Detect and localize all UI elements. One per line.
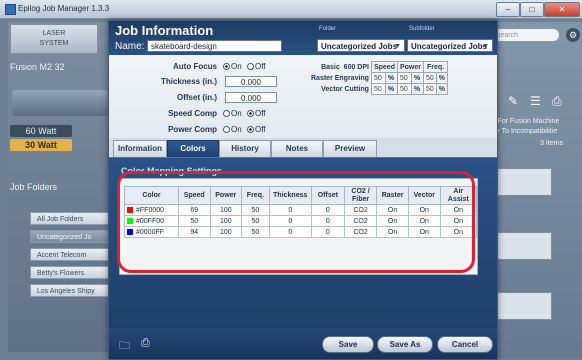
- save-button[interactable]: Save: [322, 336, 374, 353]
- tab-preview[interactable]: Preview: [323, 140, 377, 157]
- vector-power-input[interactable]: 50: [396, 83, 412, 95]
- tab-colors[interactable]: Colors: [167, 140, 219, 157]
- tab-history[interactable]: History: [219, 140, 271, 157]
- subfolder-select[interactable]: Uncategorized Jobs ▼: [407, 39, 493, 52]
- speed-comp-label: Speed Comp: [168, 109, 217, 118]
- speed-comp-on-radio[interactable]: On: [223, 109, 242, 118]
- vector-cutting-label: Vector Cutting: [321, 85, 369, 93]
- chevron-down-icon: ▼: [394, 43, 401, 50]
- raster-engraving-label: Raster Engraving: [311, 74, 369, 82]
- radio-unchecked-icon: [223, 110, 230, 117]
- folder-label: Folder: [319, 26, 337, 32]
- tab-information[interactable]: Information: [113, 140, 167, 157]
- vector-freq-input[interactable]: 50: [423, 83, 437, 95]
- app-icon: [5, 4, 16, 15]
- raster-freq-input[interactable]: 50: [423, 72, 437, 84]
- job-tile[interactable]: [490, 292, 552, 320]
- folder-item[interactable]: Uncategorized Jo: [30, 230, 110, 243]
- save-as-button[interactable]: Save As: [377, 336, 433, 353]
- folder-icon[interactable]: 🗀: [119, 337, 130, 356]
- power-header: Power: [396, 61, 425, 73]
- print-icon[interactable]: ⎙: [552, 94, 562, 109]
- speed-header: Speed: [370, 61, 398, 73]
- job-folders-heading: Job Folders: [10, 182, 58, 192]
- dialog-footer: 🗀 ⎙ Save Save As Cancel: [109, 328, 497, 359]
- minimize-button[interactable]: –: [496, 2, 520, 17]
- folder-select-value: Uncategorized Jobs: [321, 42, 398, 51]
- folder-item[interactable]: Betty's Flowers: [30, 266, 110, 279]
- folder-item[interactable]: Los Angeles Shipy: [30, 284, 110, 297]
- dialog-header: Job Information Name: skateboard-design …: [109, 21, 497, 55]
- speed-comp-off-radio[interactable]: Off: [247, 109, 266, 118]
- folder-item[interactable]: Accent Telecom: [30, 248, 110, 261]
- mode-label: Basic: [321, 63, 340, 71]
- folder-select[interactable]: Uncategorized Jobs ▼: [317, 39, 405, 52]
- right-info-text: s For Fusion Machine: [492, 118, 560, 125]
- raster-speed-input[interactable]: 50: [370, 72, 386, 84]
- thickness-input[interactable]: 0.000: [225, 76, 277, 87]
- power-comp-label: Power Comp: [168, 125, 217, 134]
- subfolder-label: Subfolder: [409, 26, 435, 32]
- folder-item[interactable]: All Job Folders: [30, 212, 110, 225]
- colors-tab-panel: Color Mapping Settings Color Speed Power…: [109, 158, 497, 328]
- job-tile[interactable]: [490, 168, 552, 196]
- tab-notes[interactable]: Notes: [271, 140, 323, 157]
- edit-icon[interactable]: ✎: [508, 94, 518, 108]
- power-comp-off-radio[interactable]: Off: [247, 125, 266, 134]
- laser-system-tab[interactable]: LASER SYSTEM: [10, 24, 98, 54]
- cancel-button[interactable]: Cancel: [437, 336, 493, 353]
- item-count: 3 Items: [540, 140, 563, 147]
- window-title: Epilog Job Manager 1.3.3: [18, 4, 110, 13]
- tab-laser-label: LASER: [42, 30, 66, 37]
- vector-speed-input[interactable]: 50: [370, 83, 386, 95]
- name-label: Name:: [115, 41, 145, 52]
- thickness-label: Thickness (in.): [160, 77, 217, 86]
- process-settings-table: Basic 600 DPI Speed Power Freq. Raster E…: [309, 61, 449, 95]
- right-info-text: ue To Incompatibilitie: [492, 128, 558, 135]
- radio-checked-icon: [247, 110, 254, 117]
- dialog-tabs: Information Colors History Notes Preview: [109, 138, 497, 158]
- close-button[interactable]: ✕: [544, 2, 580, 17]
- maximize-button[interactable]: □: [520, 2, 544, 17]
- radio-unchecked-icon: [223, 126, 230, 133]
- dialog-title: Job Information: [115, 23, 214, 38]
- highlight-annotation: [117, 171, 475, 273]
- offset-label: Offset (in.): [177, 93, 217, 102]
- job-information-dialog: Job Information Name: skateboard-design …: [108, 20, 498, 360]
- machine-name: Fusion M2 32: [10, 62, 65, 72]
- job-name-field[interactable]: skateboard-design: [147, 40, 282, 52]
- chevron-down-icon: ▼: [482, 43, 489, 50]
- auto-focus-on-radio[interactable]: On: [223, 62, 242, 71]
- watt-30-option[interactable]: 30 Watt: [10, 139, 72, 151]
- subfolder-select-value: Uncategorized Jobs: [411, 42, 488, 51]
- watt-60-option[interactable]: 60 Watt: [10, 125, 72, 137]
- radio-checked-icon: [247, 126, 254, 133]
- power-comp-on-radio[interactable]: On: [223, 125, 242, 134]
- auto-focus-off-radio[interactable]: Off: [247, 62, 266, 71]
- offset-input[interactable]: 0.000: [225, 92, 277, 103]
- radio-unchecked-icon: [247, 63, 254, 70]
- window-titlebar: Epilog Job Manager 1.3.3 – □ ✕: [0, 0, 582, 19]
- job-tile[interactable]: [490, 232, 552, 260]
- machine-image: [12, 90, 108, 116]
- radio-checked-icon: [223, 63, 230, 70]
- gear-icon[interactable]: ⚙: [566, 28, 580, 42]
- list-icon[interactable]: ☰: [530, 94, 541, 108]
- tab-system-label: SYSTEM: [39, 40, 69, 47]
- search-input[interactable]: search: [490, 28, 560, 42]
- dpi-value[interactable]: 600 DPI: [344, 64, 369, 71]
- raster-power-input[interactable]: 50: [396, 72, 412, 84]
- print-icon[interactable]: ⎙: [141, 337, 150, 350]
- freq-header: Freq.: [422, 61, 449, 73]
- auto-focus-label: Auto Focus: [173, 62, 217, 71]
